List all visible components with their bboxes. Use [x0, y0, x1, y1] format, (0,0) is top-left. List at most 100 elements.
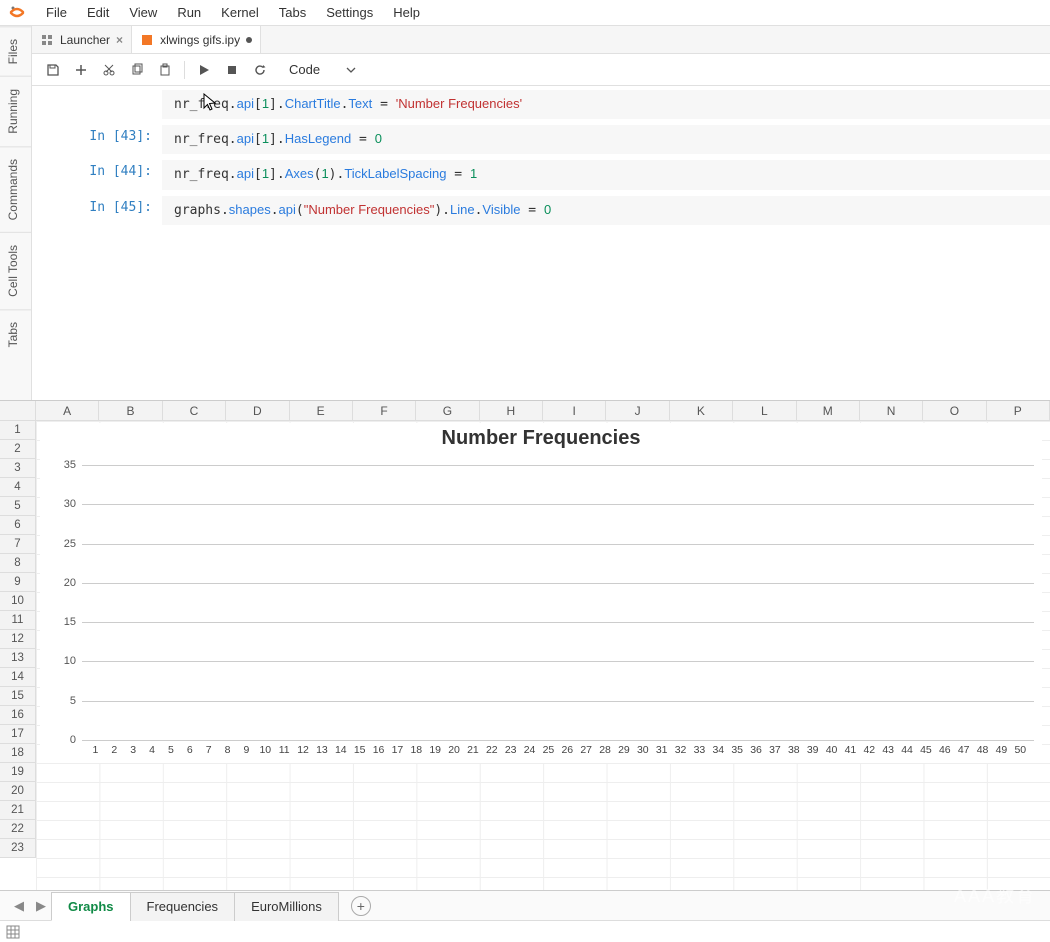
- menu-view[interactable]: View: [119, 1, 167, 24]
- sheet-tab-graphs[interactable]: Graphs: [51, 892, 131, 921]
- add-sheet-button[interactable]: +: [351, 896, 371, 916]
- column-header[interactable]: D: [226, 401, 289, 421]
- x-tick: 41: [845, 744, 857, 756]
- sheet-nav-prev-icon[interactable]: ◀: [8, 894, 30, 918]
- document-tab[interactable]: Launcher×: [32, 26, 132, 53]
- row-header[interactable]: 10: [0, 592, 36, 611]
- stop-icon[interactable]: [219, 58, 245, 82]
- x-tick: 8: [225, 744, 231, 756]
- menu-help[interactable]: Help: [383, 1, 430, 24]
- close-icon[interactable]: ×: [116, 33, 123, 47]
- column-header[interactable]: H: [480, 401, 543, 421]
- menu-edit[interactable]: Edit: [77, 1, 119, 24]
- cell-type-select[interactable]: Code: [283, 60, 362, 79]
- activity-tab-files[interactable]: Files: [0, 26, 31, 76]
- row-header[interactable]: 15: [0, 687, 36, 706]
- menu-bar: FileEditViewRunKernelTabsSettingsHelp: [0, 0, 1050, 26]
- sheet-tab-frequencies[interactable]: Frequencies: [130, 892, 236, 921]
- row-header[interactable]: 2: [0, 440, 36, 459]
- cell-source[interactable]: nr_freq.api[1].HasLegend = 0: [162, 125, 1050, 154]
- code-cell[interactable]: In [44]:nr_freq.api[1].Axes(1).TickLabel…: [32, 160, 1050, 189]
- column-header[interactable]: C: [163, 401, 226, 421]
- y-tick: 15: [64, 616, 76, 628]
- x-tick: 39: [807, 744, 819, 756]
- row-header[interactable]: 9: [0, 573, 36, 592]
- select-all-corner[interactable]: [0, 401, 36, 421]
- add-cell-icon[interactable]: [68, 58, 94, 82]
- x-tick: 23: [505, 744, 517, 756]
- document-tab-bar: Launcher×xlwings gifs.ipy: [32, 26, 1050, 54]
- activity-tab-tabs[interactable]: Tabs: [0, 309, 31, 359]
- row-header[interactable]: 21: [0, 801, 36, 820]
- column-header[interactable]: I: [543, 401, 606, 421]
- column-header[interactable]: N: [860, 401, 923, 421]
- code-cell[interactable]: nr_freq.api[1].ChartTitle.Text = 'Number…: [32, 90, 1050, 119]
- column-header[interactable]: J: [606, 401, 669, 421]
- row-header[interactable]: 11: [0, 611, 36, 630]
- x-tick: 49: [996, 744, 1008, 756]
- row-header[interactable]: 17: [0, 725, 36, 744]
- row-header[interactable]: 22: [0, 820, 36, 839]
- cell-prompt: In [45]:: [32, 196, 162, 225]
- restart-icon[interactable]: [247, 58, 273, 82]
- activity-tab-commands[interactable]: Commands: [0, 146, 31, 232]
- menu-run[interactable]: Run: [167, 1, 211, 24]
- code-cell[interactable]: In [45]:graphs.shapes.api("Number Freque…: [32, 196, 1050, 225]
- cell-prompt: [32, 90, 162, 119]
- row-header[interactable]: 14: [0, 668, 36, 687]
- column-header[interactable]: O: [923, 401, 986, 421]
- x-tick: 12: [297, 744, 309, 756]
- cut-icon[interactable]: [96, 58, 122, 82]
- menu-tabs[interactable]: Tabs: [269, 1, 316, 24]
- chart-number-frequencies[interactable]: Number Frequencies 051015202530351234567…: [40, 423, 1042, 763]
- row-header[interactable]: 8: [0, 554, 36, 573]
- cell-source[interactable]: nr_freq.api[1].ChartTitle.Text = 'Number…: [162, 90, 1050, 119]
- x-tick: 10: [259, 744, 271, 756]
- activity-tab-running[interactable]: Running: [0, 76, 31, 146]
- row-header[interactable]: 19: [0, 763, 36, 782]
- save-icon[interactable]: [40, 58, 66, 82]
- sheet-tab-euromillions[interactable]: EuroMillions: [234, 892, 339, 921]
- cell-prompt: In [43]:: [32, 125, 162, 154]
- dirty-indicator-icon: [246, 37, 252, 43]
- column-header[interactable]: B: [99, 401, 162, 421]
- column-header[interactable]: M: [797, 401, 860, 421]
- column-header[interactable]: K: [670, 401, 733, 421]
- row-header[interactable]: 1: [0, 421, 36, 440]
- row-header[interactable]: 23: [0, 839, 36, 858]
- row-header[interactable]: 12: [0, 630, 36, 649]
- row-header[interactable]: 13: [0, 649, 36, 668]
- row-header[interactable]: 4: [0, 478, 36, 497]
- menu-settings[interactable]: Settings: [316, 1, 383, 24]
- row-header[interactable]: 6: [0, 516, 36, 535]
- column-header[interactable]: P: [987, 401, 1050, 421]
- row-header[interactable]: 20: [0, 782, 36, 801]
- row-header[interactable]: 5: [0, 497, 36, 516]
- column-header[interactable]: E: [290, 401, 353, 421]
- menu-kernel[interactable]: Kernel: [211, 1, 269, 24]
- column-header[interactable]: G: [416, 401, 479, 421]
- menu-file[interactable]: File: [36, 1, 77, 24]
- copy-icon[interactable]: [124, 58, 150, 82]
- x-tick: 27: [580, 744, 592, 756]
- x-tick: 42: [863, 744, 875, 756]
- grid-cells[interactable]: Number Frequencies 051015202530351234567…: [36, 421, 1050, 890]
- code-cell[interactable]: In [43]:nr_freq.api[1].HasLegend = 0: [32, 125, 1050, 154]
- statusbar-icon: [6, 925, 20, 939]
- activity-tab-cell-tools[interactable]: Cell Tools: [0, 232, 31, 309]
- row-header[interactable]: 18: [0, 744, 36, 763]
- sheet-nav-next-icon[interactable]: ▶: [30, 894, 52, 918]
- document-tab[interactable]: xlwings gifs.ipy: [132, 26, 261, 53]
- x-tick: 32: [675, 744, 687, 756]
- cell-source[interactable]: nr_freq.api[1].Axes(1).TickLabelSpacing …: [162, 160, 1050, 189]
- notebook-area[interactable]: nr_freq.api[1].ChartTitle.Text = 'Number…: [32, 86, 1050, 400]
- paste-icon[interactable]: [152, 58, 178, 82]
- column-header[interactable]: L: [733, 401, 796, 421]
- column-header[interactable]: F: [353, 401, 416, 421]
- row-header[interactable]: 3: [0, 459, 36, 478]
- column-header[interactable]: A: [36, 401, 99, 421]
- run-icon[interactable]: [191, 58, 217, 82]
- row-header[interactable]: 7: [0, 535, 36, 554]
- row-header[interactable]: 16: [0, 706, 36, 725]
- cell-source[interactable]: graphs.shapes.api("Number Frequencies").…: [162, 196, 1050, 225]
